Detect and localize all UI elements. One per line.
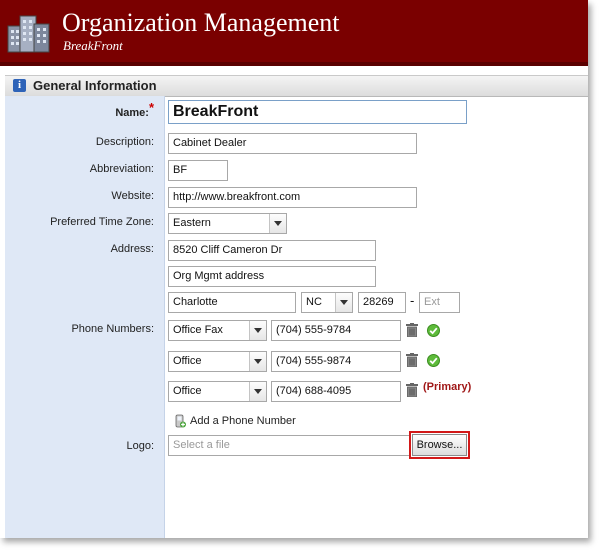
state-select[interactable]: NC: [301, 292, 353, 313]
phone-add-icon: [175, 414, 186, 428]
abbreviation-input[interactable]: BF: [168, 160, 228, 181]
required-mark: *: [148, 100, 154, 115]
name-input[interactable]: BreakFront: [168, 100, 467, 124]
state-value: NC: [306, 296, 322, 308]
section-header: i General Information: [5, 75, 588, 97]
phone-type-select[interactable]: Office: [168, 381, 267, 402]
timezone-value: Eastern: [173, 217, 211, 229]
header-divider: [0, 62, 588, 66]
timezone-label: Preferred Time Zone:: [50, 216, 154, 228]
phone-number-input[interactable]: (704) 555-9874: [271, 351, 401, 372]
city-input[interactable]: Charlotte: [168, 292, 296, 313]
chevron-down-icon[interactable]: [269, 214, 286, 233]
website-input[interactable]: http://www.breakfront.com: [168, 187, 417, 208]
address-line1-input[interactable]: 8520 Cliff Cameron Dr: [168, 240, 376, 261]
buildings-icon: [7, 15, 50, 53]
page-title: Organization Management: [62, 8, 340, 37]
info-icon: i: [13, 79, 26, 92]
check-icon[interactable]: [427, 354, 440, 367]
check-icon[interactable]: [427, 324, 440, 337]
timezone-select[interactable]: Eastern: [168, 213, 287, 234]
phone-number-input[interactable]: (704) 688-4095: [271, 381, 401, 402]
window-frame: Organization Management BreakFront i Gen…: [0, 0, 588, 538]
name-label: Name:*: [115, 100, 154, 119]
phone-numbers-label: Phone Numbers:: [71, 323, 154, 335]
section-title: General Information: [33, 78, 157, 93]
phone-type-select[interactable]: Office: [168, 351, 267, 372]
page-subtitle: BreakFront: [63, 38, 123, 53]
phone-type-value: Office: [173, 385, 202, 397]
chevron-down-icon[interactable]: [249, 321, 266, 340]
chevron-down-icon[interactable]: [249, 382, 266, 401]
primary-badge: (Primary): [423, 381, 472, 393]
chevron-down-icon[interactable]: [249, 352, 266, 371]
zip-input[interactable]: 28269: [358, 292, 406, 313]
description-label: Description:: [95, 136, 154, 148]
trash-icon[interactable]: [406, 383, 418, 397]
zip-separator: -: [410, 293, 415, 308]
logo-file-input[interactable]: Select a file: [168, 435, 410, 456]
trash-icon[interactable]: [406, 323, 418, 337]
logo-label: Logo:: [126, 440, 154, 452]
website-label: Website:: [111, 190, 154, 202]
address-line2-input[interactable]: Org Mgmt address: [168, 266, 376, 287]
abbreviation-label: Abbreviation:: [89, 163, 154, 175]
address-label: Address:: [110, 243, 154, 255]
phone-type-value: Office: [173, 355, 202, 367]
phone-type-select[interactable]: Office Fax: [168, 320, 267, 341]
description-input[interactable]: Cabinet Dealer: [168, 133, 417, 154]
browse-button[interactable]: Browse...: [412, 434, 467, 456]
phone-number-input[interactable]: (704) 555-9784: [271, 320, 401, 341]
name-label-text: Name:: [115, 107, 149, 119]
phone-type-value: Office Fax: [173, 324, 223, 336]
zip-ext-input[interactable]: Ext: [419, 292, 460, 313]
add-phone-label: Add a Phone Number: [190, 415, 296, 427]
trash-icon[interactable]: [406, 353, 418, 367]
chevron-down-icon[interactable]: [335, 293, 352, 312]
